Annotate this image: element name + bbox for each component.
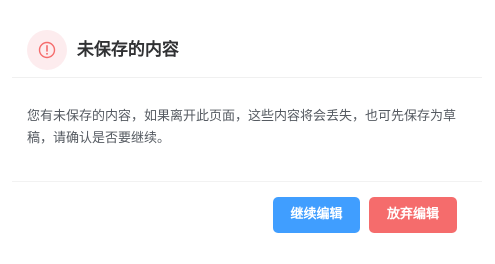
dialog-message: 您有未保存的内容，如果离开此页面，这些内容将会丢失，也可先保存为草稿，请确认是否… <box>27 109 457 146</box>
unsaved-content-dialog: 未保存的内容 您有未保存的内容，如果离开此页面，这些内容将会丢失，也可先保存为草… <box>0 0 495 264</box>
dialog-header: 未保存的内容 <box>12 24 482 78</box>
discard-editing-button[interactable]: 放弃编辑 <box>369 197 457 233</box>
footer-divider <box>12 181 482 182</box>
warning-circle-icon <box>27 30 67 70</box>
dialog-title: 未保存的内容 <box>77 40 179 60</box>
continue-editing-button[interactable]: 继续编辑 <box>273 197 360 233</box>
